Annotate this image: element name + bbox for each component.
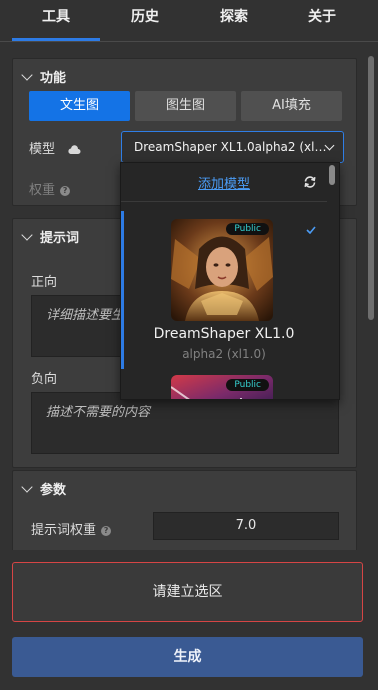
function-section-title: 功能 bbox=[40, 71, 67, 86]
function-section-header[interactable]: 功能 bbox=[21, 67, 67, 86]
negative-prompt-input[interactable]: 描述不需要的内容 bbox=[31, 392, 339, 454]
weight-label-text: 权重 bbox=[29, 183, 56, 198]
dropdown-scrollbar[interactable] bbox=[329, 165, 335, 185]
help-icon[interactable]: ? bbox=[60, 186, 71, 196]
model-thumbnail[interactable]: Public bbox=[171, 375, 273, 399]
mode-image-to-image-button[interactable]: 图生图 bbox=[135, 91, 236, 121]
panel-scrollbar[interactable] bbox=[368, 56, 374, 320]
top-tab-bar: 工具 历史 探索 关于 bbox=[0, 0, 378, 42]
generate-button[interactable]: 生成 bbox=[12, 637, 363, 677]
prompt-weight-label: 提示词权重? bbox=[31, 519, 112, 538]
public-badge: Public bbox=[226, 223, 269, 235]
create-selection-button[interactable]: 请建立选区 bbox=[12, 562, 363, 622]
tab-history[interactable]: 历史 bbox=[100, 0, 190, 40]
chevron-down-icon bbox=[21, 69, 33, 81]
weight-label: 权重? bbox=[29, 179, 71, 198]
dropdown-divider bbox=[121, 201, 327, 202]
checkmark-icon bbox=[306, 223, 316, 237]
positive-prompt-label: 正向 bbox=[31, 275, 58, 290]
model-select-value: DreamShaper XL1.0alpha2 (xl… bbox=[134, 140, 327, 154]
help-icon[interactable]: ? bbox=[101, 526, 112, 536]
chevron-down-icon bbox=[21, 481, 33, 493]
prompt-section-header[interactable]: 提示词 bbox=[21, 227, 80, 246]
active-tab-indicator bbox=[12, 38, 100, 41]
params-section-title: 参数 bbox=[40, 483, 67, 498]
chevron-down-icon bbox=[21, 229, 33, 241]
refresh-icon[interactable] bbox=[303, 175, 317, 189]
prompt-weight-input[interactable]: 7.0 bbox=[153, 512, 339, 540]
mode-text-to-image-button[interactable]: 文生图 bbox=[29, 91, 130, 121]
model-label-text: 模型 bbox=[29, 142, 56, 157]
negative-prompt-label: 负向 bbox=[31, 372, 58, 387]
model-select[interactable]: DreamShaper XL1.0alpha2 (xl… bbox=[121, 131, 344, 163]
model-dropdown: 添加模型 Public DreamShaper XL1.0 alpha2 (xl… bbox=[120, 162, 340, 400]
bottom-action-panel: 请建立选区 生成 bbox=[0, 550, 378, 690]
model-label: 模型 bbox=[29, 138, 81, 157]
model-thumbnail: Public bbox=[171, 219, 273, 321]
selected-option-indicator bbox=[121, 211, 124, 369]
prompt-weight-label-text: 提示词权重 bbox=[31, 523, 97, 538]
model-option-version: alpha2 (xl1.0) bbox=[182, 347, 266, 361]
tab-tools[interactable]: 工具 bbox=[12, 0, 100, 40]
cloud-icon bbox=[68, 144, 81, 154]
tab-explore[interactable]: 探索 bbox=[190, 0, 278, 40]
prompt-section-title: 提示词 bbox=[40, 231, 80, 246]
mode-ai-fill-button[interactable]: AI填充 bbox=[241, 91, 342, 121]
tab-about[interactable]: 关于 bbox=[278, 0, 366, 40]
public-badge: Public bbox=[226, 379, 269, 391]
params-section-header[interactable]: 参数 bbox=[21, 479, 67, 498]
model-option-name: DreamShaper XL1.0 bbox=[153, 326, 295, 342]
add-model-link[interactable]: 添加模型 bbox=[121, 173, 327, 192]
